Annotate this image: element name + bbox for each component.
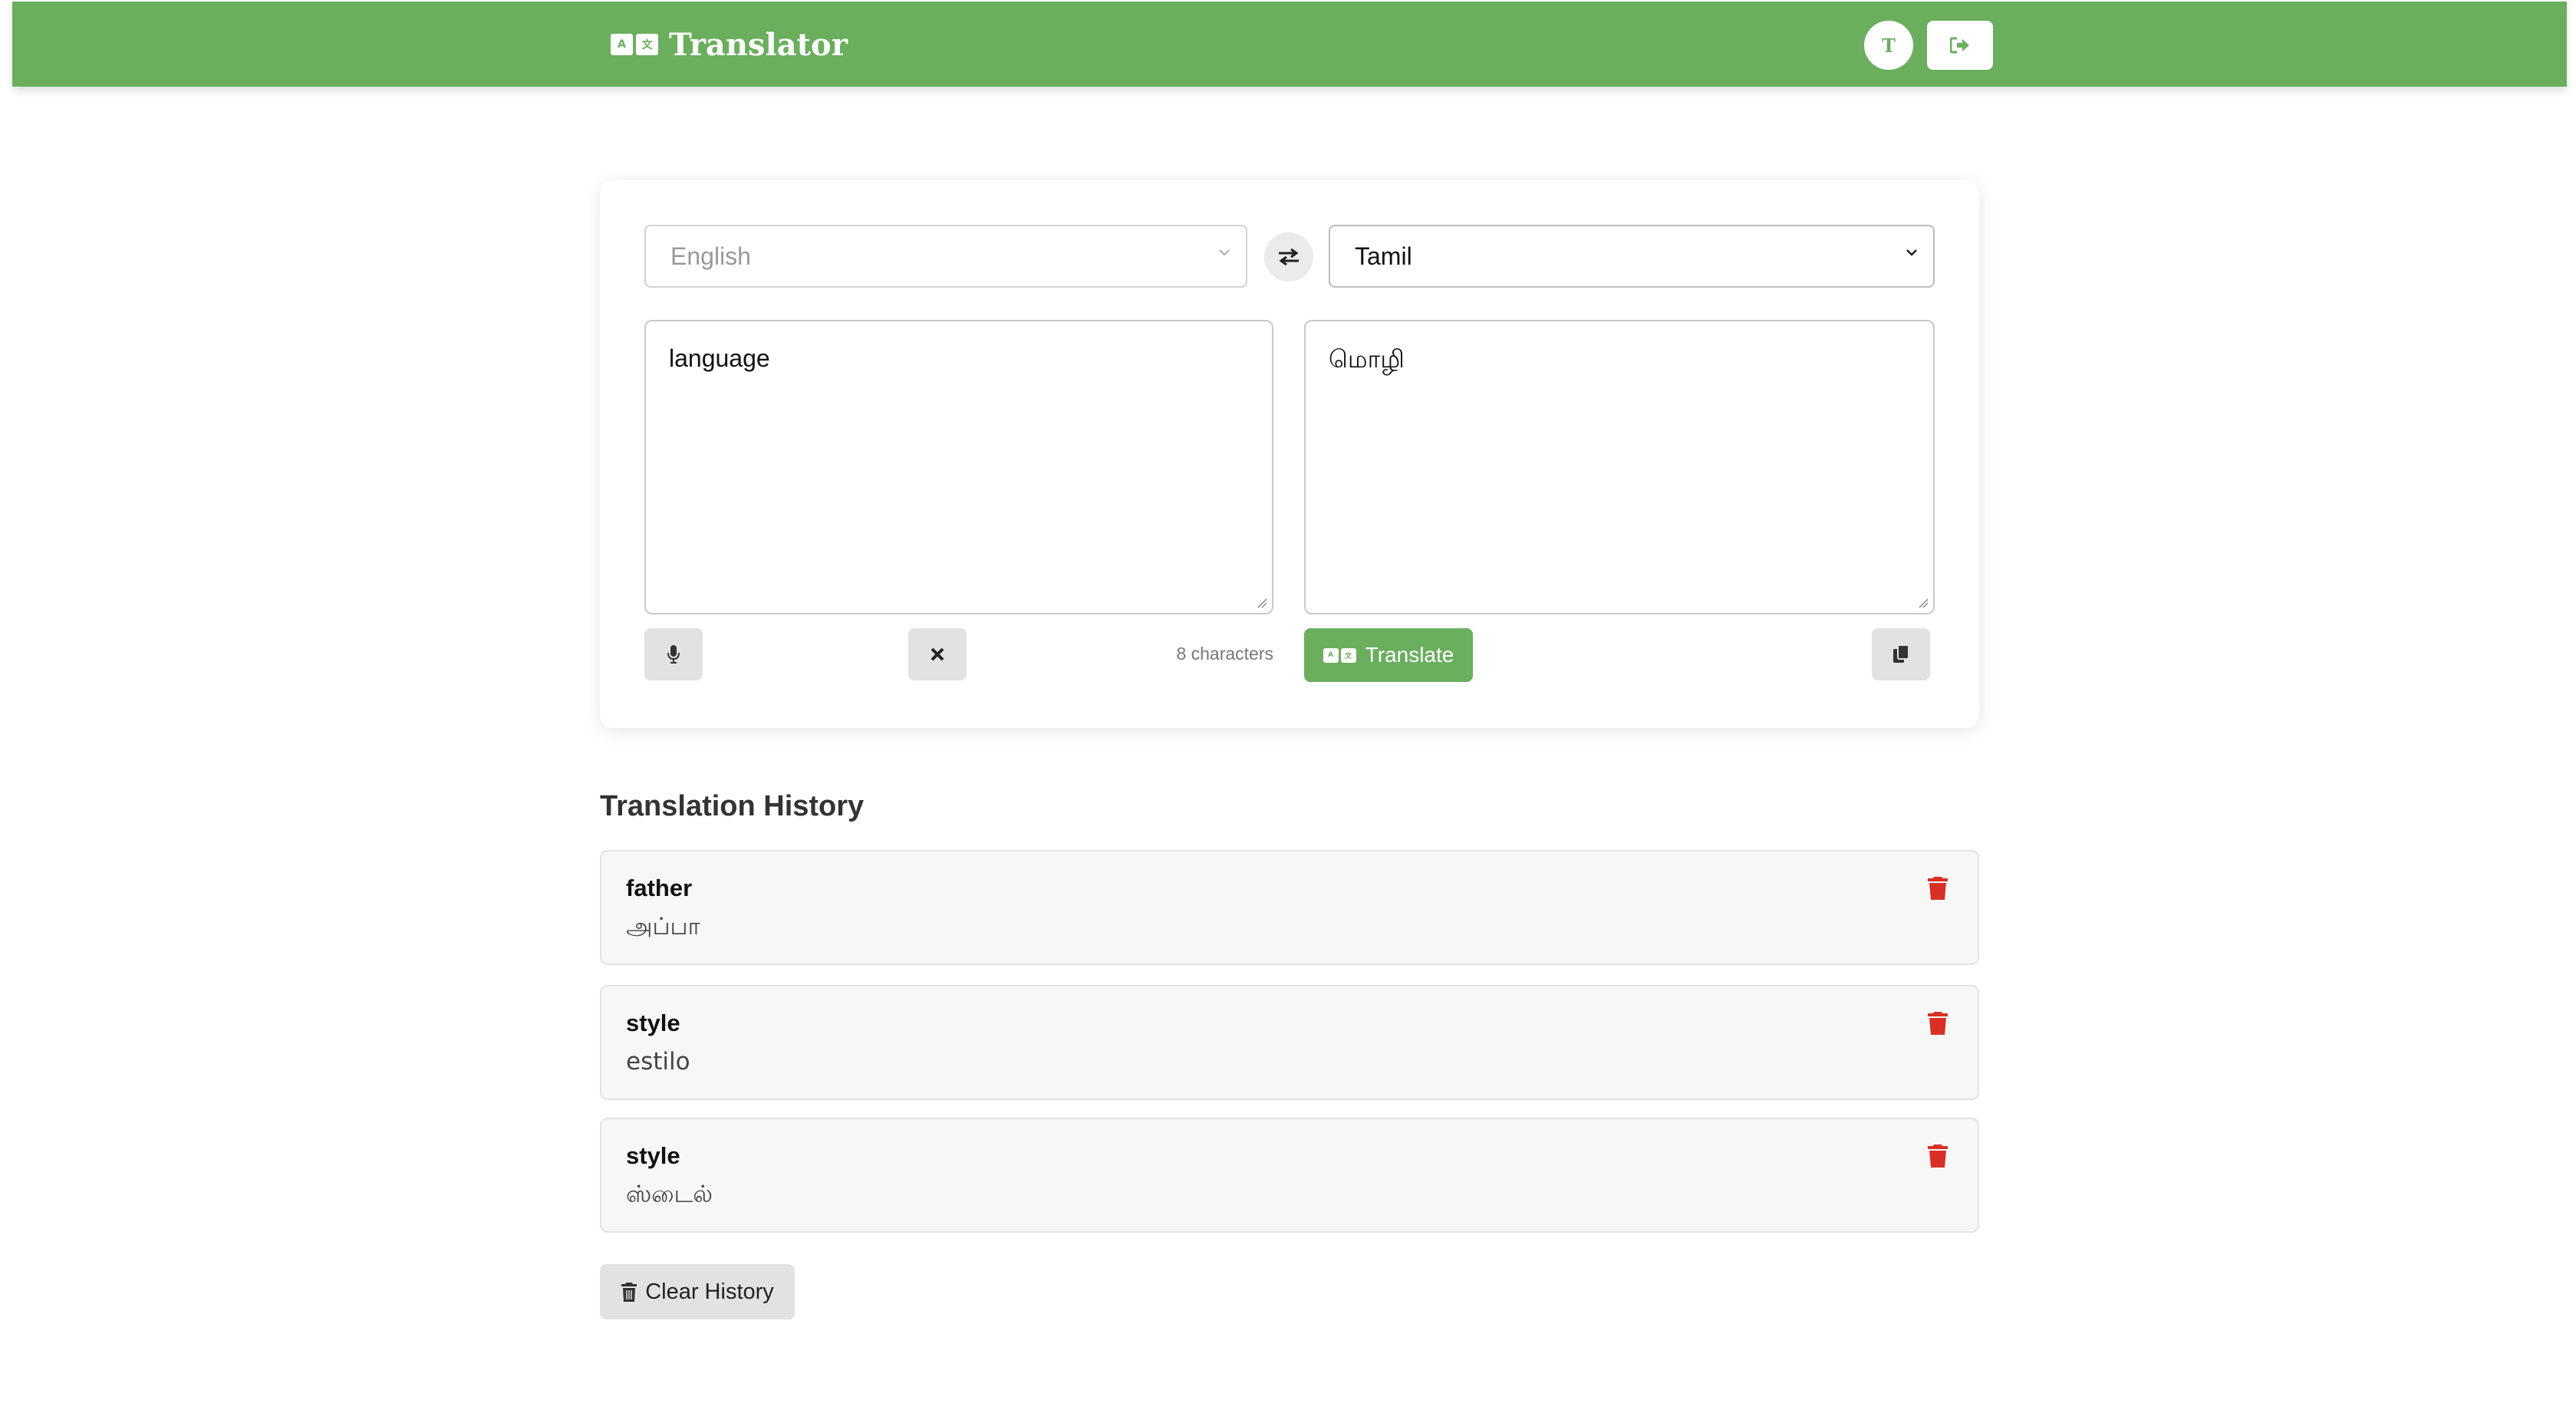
history-source: style <box>626 1010 680 1036</box>
clear-history-button[interactable]: Clear History <box>600 1264 795 1319</box>
history-source: style <box>626 1142 680 1169</box>
character-count: 8 characters <box>1176 644 1273 664</box>
history-title: Translation History <box>600 790 865 822</box>
translate-label: Translate <box>1365 643 1454 667</box>
copy-button[interactable] <box>1872 628 1930 680</box>
history-item[interactable]: style ஸ்டைல் <box>600 1118 1979 1233</box>
close-icon <box>931 647 944 661</box>
history-item[interactable]: father அப்பா <box>600 850 1979 965</box>
translate-button[interactable]: A文 Translate <box>1304 628 1473 682</box>
translator-card: English Tamil language மொழி 8 characters… <box>600 180 1979 728</box>
history-translation: estilo <box>626 1048 690 1075</box>
resize-handle-icon[interactable] <box>1257 598 1267 608</box>
swap-languages-button[interactable] <box>1264 232 1313 282</box>
translated-text-output[interactable]: மொழி <box>1304 320 1935 614</box>
history-translation: அப்பா <box>626 913 700 940</box>
clear-history-label: Clear History <box>645 1279 774 1304</box>
source-text-value: language <box>669 344 770 372</box>
translated-text-value: மொழி <box>1329 344 1405 374</box>
microphone-button[interactable] <box>644 628 703 680</box>
chevron-down-icon <box>1906 249 1917 256</box>
swap-arrows-icon <box>1279 248 1299 266</box>
logout-button[interactable] <box>1927 21 1993 70</box>
target-language-select[interactable]: Tamil <box>1329 225 1935 288</box>
copy-icon <box>1893 644 1909 663</box>
brand[interactable]: A文 Translator <box>611 25 848 64</box>
history-source: father <box>626 874 693 901</box>
trash-icon[interactable] <box>1927 1142 1948 1168</box>
top-navbar: A文 Translator T <box>12 2 2567 87</box>
trash-icon[interactable] <box>1927 874 1948 901</box>
target-language-value: Tamil <box>1355 242 1412 270</box>
sign-out-icon <box>1950 37 1969 54</box>
history-translation: ஸ்டைல் <box>626 1181 713 1208</box>
microphone-icon <box>667 645 680 664</box>
clear-text-button[interactable] <box>908 628 967 680</box>
chevron-down-icon <box>1219 249 1230 256</box>
avatar[interactable]: T <box>1864 21 1913 70</box>
app-title: Translator <box>669 26 848 63</box>
trash-icon[interactable] <box>1927 1010 1948 1036</box>
source-language-value: English <box>670 242 751 270</box>
translate-icon: A文 <box>611 34 658 55</box>
history-item[interactable]: style estilo <box>600 985 1979 1100</box>
resize-handle-icon[interactable] <box>1918 598 1929 608</box>
source-text-input[interactable]: language <box>644 320 1273 614</box>
source-language-select[interactable]: English <box>644 225 1247 288</box>
translate-icon: A文 <box>1323 647 1356 663</box>
trash-icon <box>621 1283 637 1302</box>
